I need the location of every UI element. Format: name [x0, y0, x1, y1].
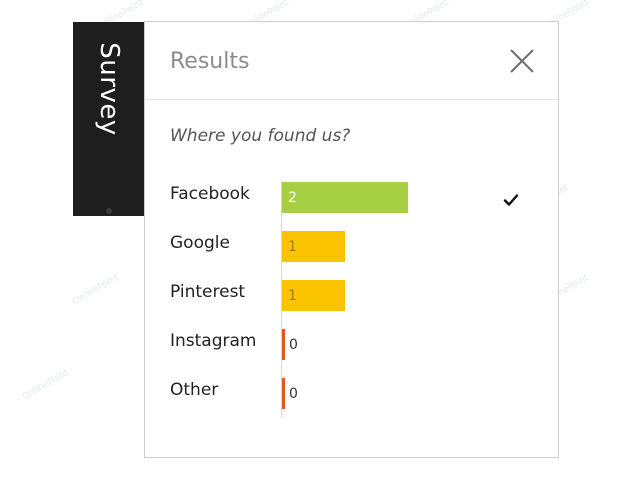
- result-bar: [282, 182, 408, 213]
- survey-tab-label: Survey: [94, 42, 124, 136]
- option-label: Other: [170, 380, 219, 400]
- survey-question: Where you found us?: [170, 126, 351, 146]
- bar-value: 1: [288, 239, 297, 255]
- survey-tab[interactable]: Survey: [73, 22, 145, 216]
- watermark: OnlinePoint: [70, 272, 121, 308]
- close-icon[interactable]: [509, 48, 535, 74]
- bar-value: 1: [288, 288, 297, 304]
- results-panel: Results Where you found us? Facebook 2 Goo…: [144, 21, 559, 458]
- survey-widget: OnlinePoint OnlinePoint OnlinePoint Onli…: [0, 0, 640, 480]
- result-bar: [282, 329, 285, 360]
- option-label: Google: [170, 233, 230, 253]
- checkmark-icon: [503, 194, 519, 206]
- watermark: OnlinePoint: [20, 367, 71, 403]
- option-label: Facebook: [170, 184, 250, 204]
- result-bar: [282, 378, 285, 409]
- option-label: Instagram: [170, 331, 257, 351]
- bar-value: 0: [289, 386, 298, 402]
- option-label: Pinterest: [170, 282, 246, 302]
- panel-header: Results: [145, 22, 558, 100]
- bar-value: 0: [289, 337, 298, 353]
- panel-title: Results: [170, 49, 250, 74]
- survey-tab-dot: [106, 208, 112, 214]
- bar-value: 2: [288, 190, 297, 206]
